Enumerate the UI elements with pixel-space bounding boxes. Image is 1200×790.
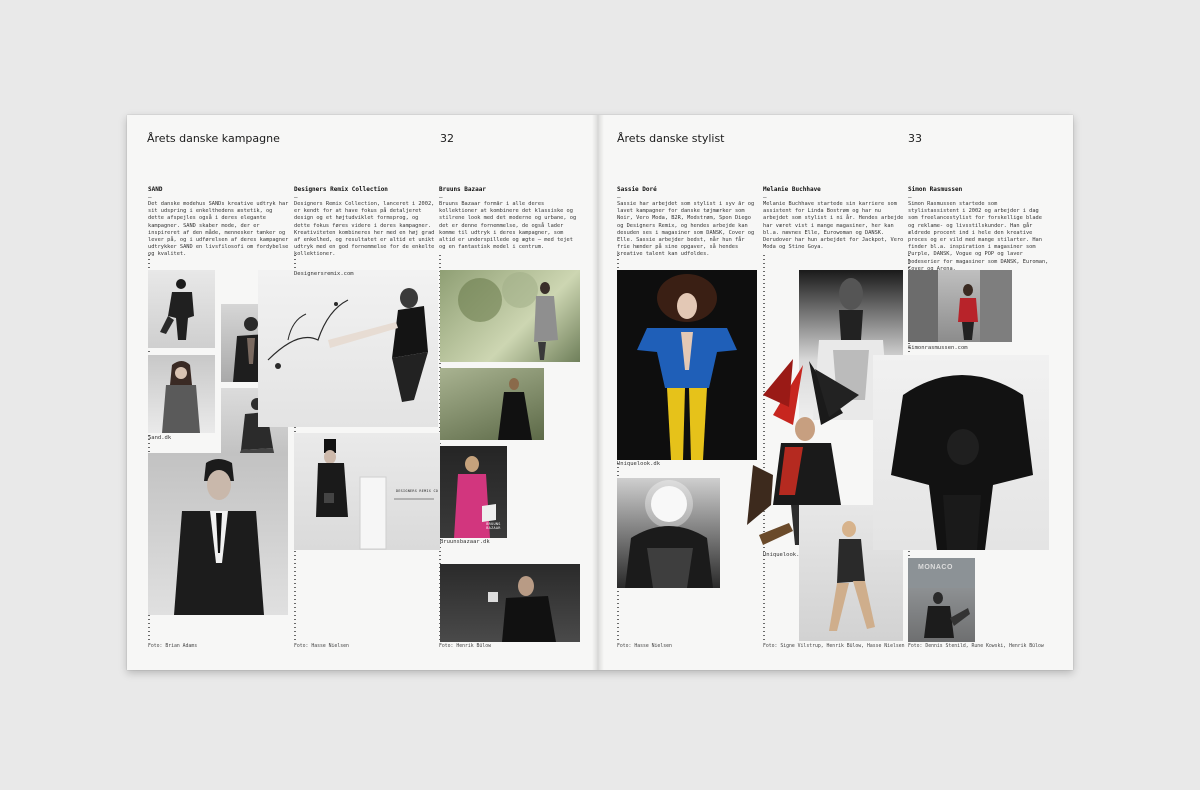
monaco-sign-text: MONACO bbox=[918, 564, 953, 571]
dash-marker: – bbox=[439, 194, 443, 201]
remix-store-logo: DESIGNERS REMIX CO bbox=[396, 489, 439, 493]
spine-gutter bbox=[592, 115, 604, 670]
simon-photo-cloaked-man bbox=[873, 355, 1049, 550]
sand-caption: Sand.dk bbox=[148, 435, 172, 441]
right-page-title: Årets danske stylist bbox=[617, 132, 725, 145]
column-body-sand: Det danske modehus SANDs kreative udtryk… bbox=[148, 201, 289, 258]
column-body-bruuns: Bruuns Bazaar formår i alle deres kollek… bbox=[439, 201, 577, 251]
dash-marker: – bbox=[148, 194, 152, 201]
bruuns-photo-pink-coat: BRUUNS BAZAAR bbox=[440, 446, 507, 538]
right-page-number: 33 bbox=[908, 132, 922, 145]
bruuns-photo-woman-forest bbox=[440, 368, 544, 440]
magazine-spread: Årets danske kampagne 32 SAND – Det dans… bbox=[127, 115, 1073, 670]
credit-sassie: Foto: Hasse Nielsen bbox=[617, 644, 672, 649]
column-body-remix: Designers Remix Collection, lanceret i 2… bbox=[294, 201, 435, 258]
sassie-photo-glowing-head bbox=[617, 478, 720, 588]
remix-caption: Designersremix.com bbox=[294, 271, 354, 277]
left-page-title: Årets danske kampagne bbox=[147, 132, 280, 145]
column-body-simon: Simon Rasmussen startede som stylistassi… bbox=[908, 201, 1049, 272]
dash-marker: – bbox=[294, 194, 298, 201]
column-body-sassie: Sassie har arbejdet som stylist i syv år… bbox=[617, 201, 755, 258]
simon-photo-monaco: MONACO bbox=[908, 558, 975, 642]
column-body-melanie: Melanie Buchhave startede sin karriere s… bbox=[763, 201, 904, 251]
simon-caption: Simonrasmussen.com bbox=[908, 345, 968, 351]
credit-melanie: Foto: Signe Vilstrup, Henrik Bülow, Hass… bbox=[763, 644, 905, 649]
simon-photo-street bbox=[908, 270, 1012, 342]
left-page-number: 32 bbox=[440, 132, 454, 145]
credit-remix: Foto: Hasse Nielsen bbox=[294, 644, 349, 649]
credit-bruuns: Foto: Henrik Bülow bbox=[439, 644, 491, 649]
column-heading-bruuns: Bruuns Bazaar bbox=[439, 186, 486, 193]
column-heading-sassie: Sassie Doré bbox=[617, 186, 657, 193]
credit-simon: Foto: Dennis Stenild, Rune Kowski, Henri… bbox=[908, 644, 1044, 649]
sand-photo-crouching-man bbox=[148, 270, 215, 348]
sand-photo-man-suit bbox=[148, 453, 288, 615]
remix-photo-store-display: DESIGNERS REMIX CO bbox=[294, 433, 440, 550]
bruuns-caption: Bruunsbazaar.dk bbox=[440, 539, 490, 545]
bruuns-photo-man-dark bbox=[440, 564, 580, 642]
column-heading-sand: SAND bbox=[148, 186, 163, 193]
remix-photo-woman-branch bbox=[258, 270, 438, 427]
column-heading-melanie: Melanie Buchhave bbox=[763, 186, 821, 193]
sand-photo-woman-coat bbox=[148, 355, 215, 433]
bruuns-photo-forest-couple bbox=[440, 270, 580, 362]
column-heading-remix: Designers Remix Collection bbox=[294, 186, 388, 193]
bruuns-logo: BRUUNS BAZAAR bbox=[486, 522, 501, 530]
sassie-caption: Uniquelook.dk bbox=[617, 461, 661, 467]
column-heading-simon: Simon Rasmussen bbox=[908, 186, 963, 193]
dash-marker: – bbox=[763, 194, 767, 201]
dash-marker: – bbox=[617, 194, 621, 201]
dash-marker: – bbox=[908, 194, 912, 201]
credit-sand: Foto: Brian Adams bbox=[148, 644, 198, 649]
